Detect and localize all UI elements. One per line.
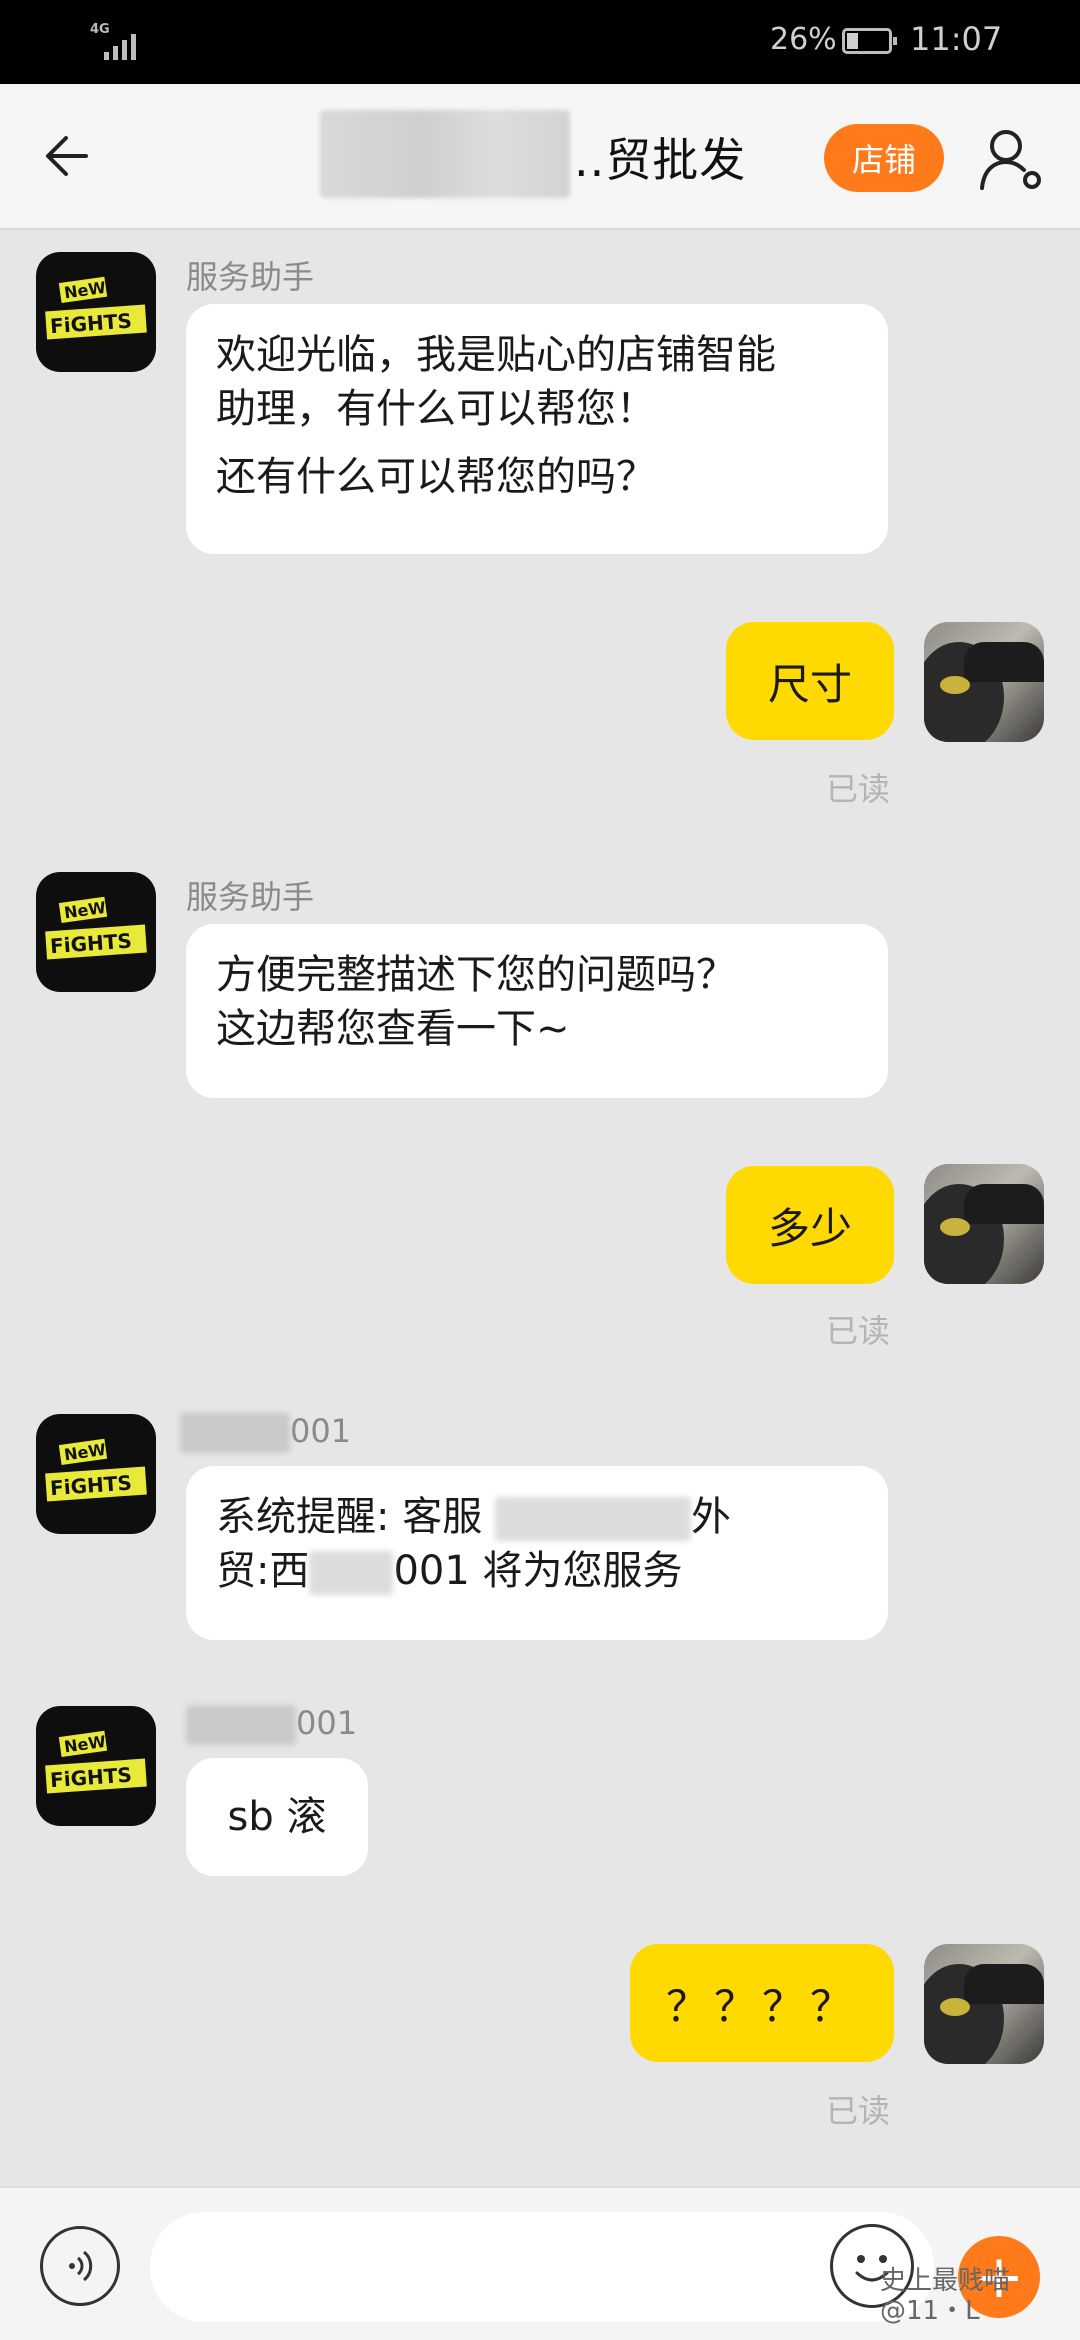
store-button[interactable]: 店铺 (824, 124, 944, 192)
shop-logo-icon: NeW FiGHTS (45, 896, 147, 960)
redacted-text (494, 1497, 691, 1541)
voice-icon (69, 2250, 93, 2282)
user-settings-icon[interactable] (976, 124, 1046, 194)
incoming-message: 方便完整描述下您的问题吗？ 这边帮您查看一下~ (186, 924, 888, 1098)
svg-text:NeW: NeW (63, 1732, 107, 1757)
user-avatar[interactable] (924, 622, 1044, 742)
svg-text:NeW: NeW (63, 1440, 107, 1465)
battery-icon (842, 28, 897, 54)
message-line: 贸:西 001 将为您服务 (216, 1548, 683, 1595)
redacted-text (186, 1705, 296, 1745)
sender-name: 001 (186, 1704, 357, 1745)
sender-name: 服务助手 (186, 258, 315, 296)
chat-header: ..贸批发 店铺 (0, 84, 1080, 230)
read-status: 已读 (826, 1312, 891, 1350)
shop-avatar[interactable]: NeW FiGHTS (36, 1414, 156, 1534)
read-status: 已读 (826, 770, 891, 808)
battery-percent: 26% (770, 22, 837, 57)
outgoing-message: ？？？？ (630, 1944, 894, 2062)
redacted-text (180, 1413, 290, 1453)
svg-text:NeW: NeW (63, 278, 107, 303)
incoming-message: 欢迎光临，我是贴心的店铺智能 助理，有什么可以帮您！ 还有什么可以帮您的吗？ (186, 304, 888, 554)
watermark: 史上最贱喵 @11・L (880, 2266, 1011, 2326)
user-avatar[interactable] (924, 1164, 1044, 1284)
shop-avatar[interactable]: NeW FiGHTS (36, 252, 156, 372)
svg-text:NeW: NeW (63, 898, 107, 923)
redacted-text (309, 1551, 394, 1595)
read-status: 已读 (826, 2092, 891, 2130)
sender-name: 001 (180, 1412, 351, 1453)
message-input[interactable] (150, 2212, 934, 2322)
message-line: 系统提醒: 客服 外 (216, 1494, 731, 1541)
outgoing-message: 多少 (726, 1166, 894, 1284)
redacted-shop-name (320, 110, 570, 198)
message-line: 这边帮您查看一下~ (216, 1006, 570, 1052)
page-title: ..贸批发 (574, 133, 747, 187)
sender-name: 服务助手 (186, 878, 315, 916)
status-bar: 4G 26% 11:07 (0, 0, 1080, 84)
message-line: 助理，有什么可以帮您！ (216, 386, 656, 432)
outgoing-message: 尺寸 (726, 622, 894, 740)
shop-logo-icon: NeW FiGHTS (45, 276, 147, 340)
message-line: 欢迎光临，我是贴心的店铺智能 (216, 332, 776, 378)
clock: 11:07 (910, 20, 1003, 58)
shop-logo-icon: NeW FiGHTS (45, 1730, 147, 1794)
voice-button[interactable] (40, 2226, 120, 2306)
signal-icon: 4G (90, 22, 146, 60)
shop-logo-icon: NeW FiGHTS (45, 1438, 147, 1502)
user-avatar[interactable] (924, 1944, 1044, 2064)
message-line: 还有什么可以帮您的吗？ (216, 454, 656, 500)
back-arrow-icon[interactable] (40, 126, 100, 186)
shop-avatar[interactable]: NeW FiGHTS (36, 872, 156, 992)
message-line: 方便完整描述下您的问题吗？ (216, 952, 736, 998)
shop-avatar[interactable]: NeW FiGHTS (36, 1706, 156, 1826)
incoming-message: sb 滚 (186, 1758, 368, 1876)
system-notice-message: 系统提醒: 客服 外 贸:西 001 将为您服务 (186, 1466, 888, 1640)
